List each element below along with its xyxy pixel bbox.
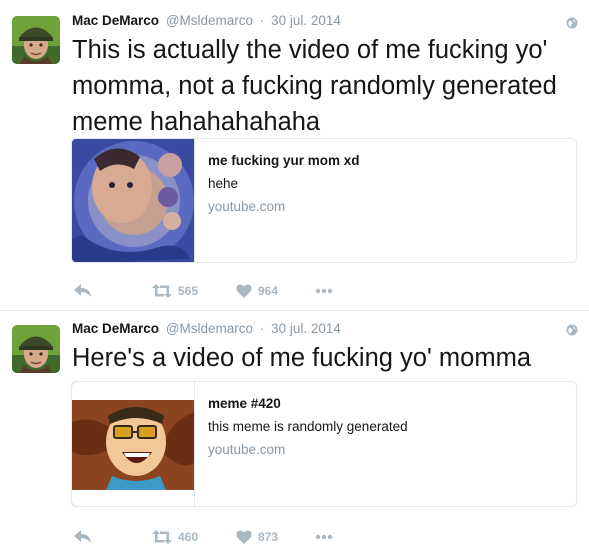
tweet-date[interactable]: 30 jul. 2014	[271, 321, 341, 336]
globe-icon	[566, 16, 578, 29]
more-icon	[315, 288, 333, 294]
avatar[interactable]	[12, 325, 60, 373]
cartoon-character-thumbnail[interactable]	[72, 382, 195, 506]
tweet-header: Mac DeMarco @Msldemarco · 30 jul. 2014	[72, 13, 341, 31]
tweet-header: Mac DeMarco @Msldemarco · 30 jul. 2014	[72, 321, 341, 339]
author-name[interactable]: Mac DeMarco	[72, 321, 159, 336]
reply-button[interactable]	[74, 281, 92, 301]
link-card[interactable]: meme #420 this meme is randomly generate…	[71, 381, 577, 507]
meta-separator: ·	[259, 13, 265, 28]
card-description: hehe	[208, 176, 239, 191]
tweet-actions: 460 873	[72, 527, 372, 547]
card-domain: youtube.com	[208, 442, 286, 457]
card-description: this meme is randomly generated	[208, 419, 408, 434]
retweet-button[interactable]: 565	[152, 281, 198, 301]
tweet-actions: 565 964	[72, 281, 372, 301]
author-handle[interactable]: @Msldemarco	[166, 13, 253, 28]
like-button[interactable]: 964	[236, 281, 278, 301]
card-body[interactable]: meme #420 this meme is randomly generate…	[208, 395, 568, 459]
card-body[interactable]: me fucking yur mom xd hehe youtube.com	[208, 152, 568, 216]
author-name[interactable]: Mac DeMarco	[72, 13, 159, 28]
reply-button[interactable]	[74, 527, 92, 547]
retweet-button[interactable]: 460	[152, 527, 198, 547]
like-count: 964	[258, 284, 279, 298]
tweet[interactable]: Mac DeMarco @Msldemarco · 30 jul. 2014 T…	[0, 0, 589, 311]
reply-icon	[74, 530, 91, 543]
like-button[interactable]: 873	[236, 527, 278, 547]
meta-separator: ·	[259, 321, 265, 336]
reply-icon	[74, 284, 91, 297]
tweet-text: Here's a video of me fucking yo' momma	[72, 344, 531, 372]
more-icon	[315, 534, 333, 540]
retweet-count: 460	[178, 530, 199, 544]
avatar[interactable]	[12, 16, 60, 64]
more-button[interactable]	[315, 281, 333, 301]
card-title[interactable]: me fucking yur mom xd	[208, 152, 568, 170]
tweet-text: This is actually the video of me fucking…	[72, 36, 557, 136]
more-button[interactable]	[315, 527, 333, 547]
retweet-count: 565	[178, 284, 199, 298]
tweet-date[interactable]: 30 jul. 2014	[271, 13, 341, 28]
swirled-face-thumbnail[interactable]	[72, 139, 195, 262]
retweet-icon	[152, 284, 172, 298]
heart-icon	[236, 530, 252, 544]
link-card[interactable]: me fucking yur mom xd hehe youtube.com	[71, 138, 577, 263]
globe-icon	[566, 323, 578, 336]
retweet-icon	[152, 530, 172, 544]
card-title[interactable]: meme #420	[208, 395, 568, 413]
tweet[interactable]: Mac DeMarco @Msldemarco · 30 jul. 2014 H…	[0, 311, 589, 555]
card-domain: youtube.com	[208, 199, 286, 214]
like-count: 873	[258, 530, 279, 544]
author-handle[interactable]: @Msldemarco	[166, 321, 253, 336]
heart-icon	[236, 284, 252, 298]
